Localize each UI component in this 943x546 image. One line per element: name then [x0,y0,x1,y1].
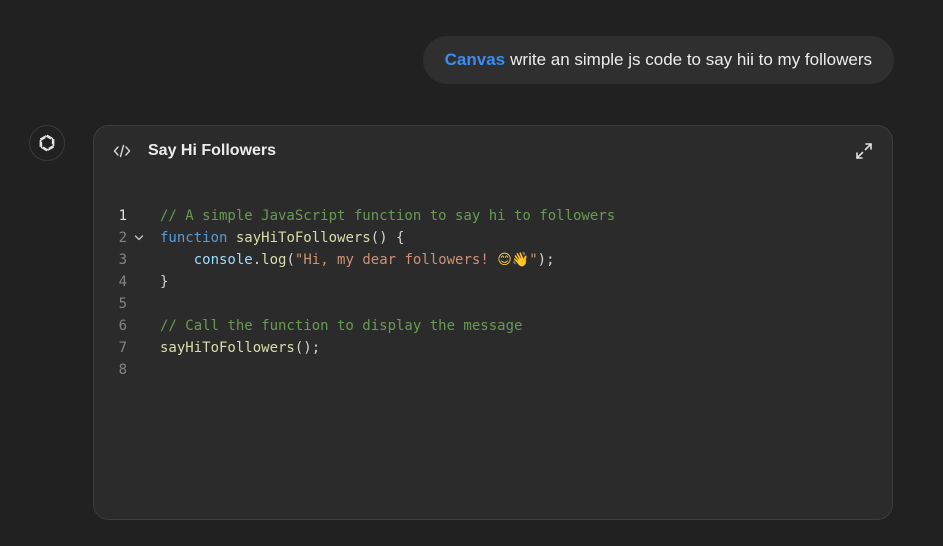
code-line[interactable]: 6 // Call the function to display the mes… [94,315,892,337]
code-line[interactable]: 8 [94,359,892,381]
code-line[interactable]: 5 [94,293,892,315]
code-token: } [160,274,169,290]
canvas-title: Say Hi Followers [148,142,277,159]
code-token: " [529,252,538,268]
openai-logo-icon [39,134,55,152]
code-token: ); [537,252,555,268]
code-token: console [193,252,253,268]
canvas-header: Say Hi Followers [94,126,892,178]
line-number: 1 [118,208,127,224]
line-code: } [160,271,168,293]
code-line[interactable]: 1 // A simple JavaScript function to say … [94,205,892,227]
assistant-avatar [29,125,65,161]
line-number: 7 [118,340,127,356]
code-token: sayHiToFollowers [160,340,295,356]
expand-icon[interactable] [854,141,874,161]
code-token: () { [370,230,405,246]
code-token: . [252,252,262,268]
code-token: "Hi, my dear followers! [294,252,498,268]
line-number: 2 [118,230,127,246]
line-number: 4 [118,274,127,290]
code-token: function [160,230,228,246]
line-code: function sayHiToFollowers() { [160,227,404,249]
code-line[interactable]: 2 function sayHiToFollowers() { [94,227,892,249]
canvas-code-panel: Say Hi Followers 1 // A simple JavaScript… [93,125,893,520]
line-number: 5 [118,296,127,312]
code-token: ( [286,252,295,268]
line-number: 6 [118,318,127,334]
code-editor[interactable]: 1 // A simple JavaScript function to say … [94,205,892,381]
code-line[interactable]: 4} [94,271,892,293]
line-code: sayHiToFollowers(); [160,337,320,359]
line-code: // A simple JavaScript function to say h… [160,205,615,227]
code-icon [113,144,131,158]
code-token: sayHiToFollowers [235,230,371,246]
emoji-text: 😊👋 [497,252,530,268]
user-message-bubble: Canvas write an simple js code to say hi… [422,36,894,84]
line-code: console.log("Hi, my dear followers! 😊👋")… [160,249,555,271]
code-token: (); [294,340,321,356]
line-number: 8 [118,362,127,378]
line-number: 3 [118,252,127,268]
code-token: log [261,252,287,268]
code-token: // A simple JavaScript function to say h… [160,208,616,224]
code-line[interactable]: 7 sayHiToFollowers(); [94,337,892,359]
user-message-text: write an simple js code to say hii to my… [510,50,872,69]
canvas-tag[interactable]: Canvas [445,50,505,70]
chat-page: Canvas write an simple js code to say hi… [0,0,943,546]
chevron-down-icon[interactable] [134,233,144,243]
code-token: // Call the function to display the mess… [160,318,523,334]
line-code: // Call the function to display the mess… [160,315,522,337]
code-line[interactable]: 3 console.log("Hi, my dear followers! 😊👋… [94,249,892,271]
